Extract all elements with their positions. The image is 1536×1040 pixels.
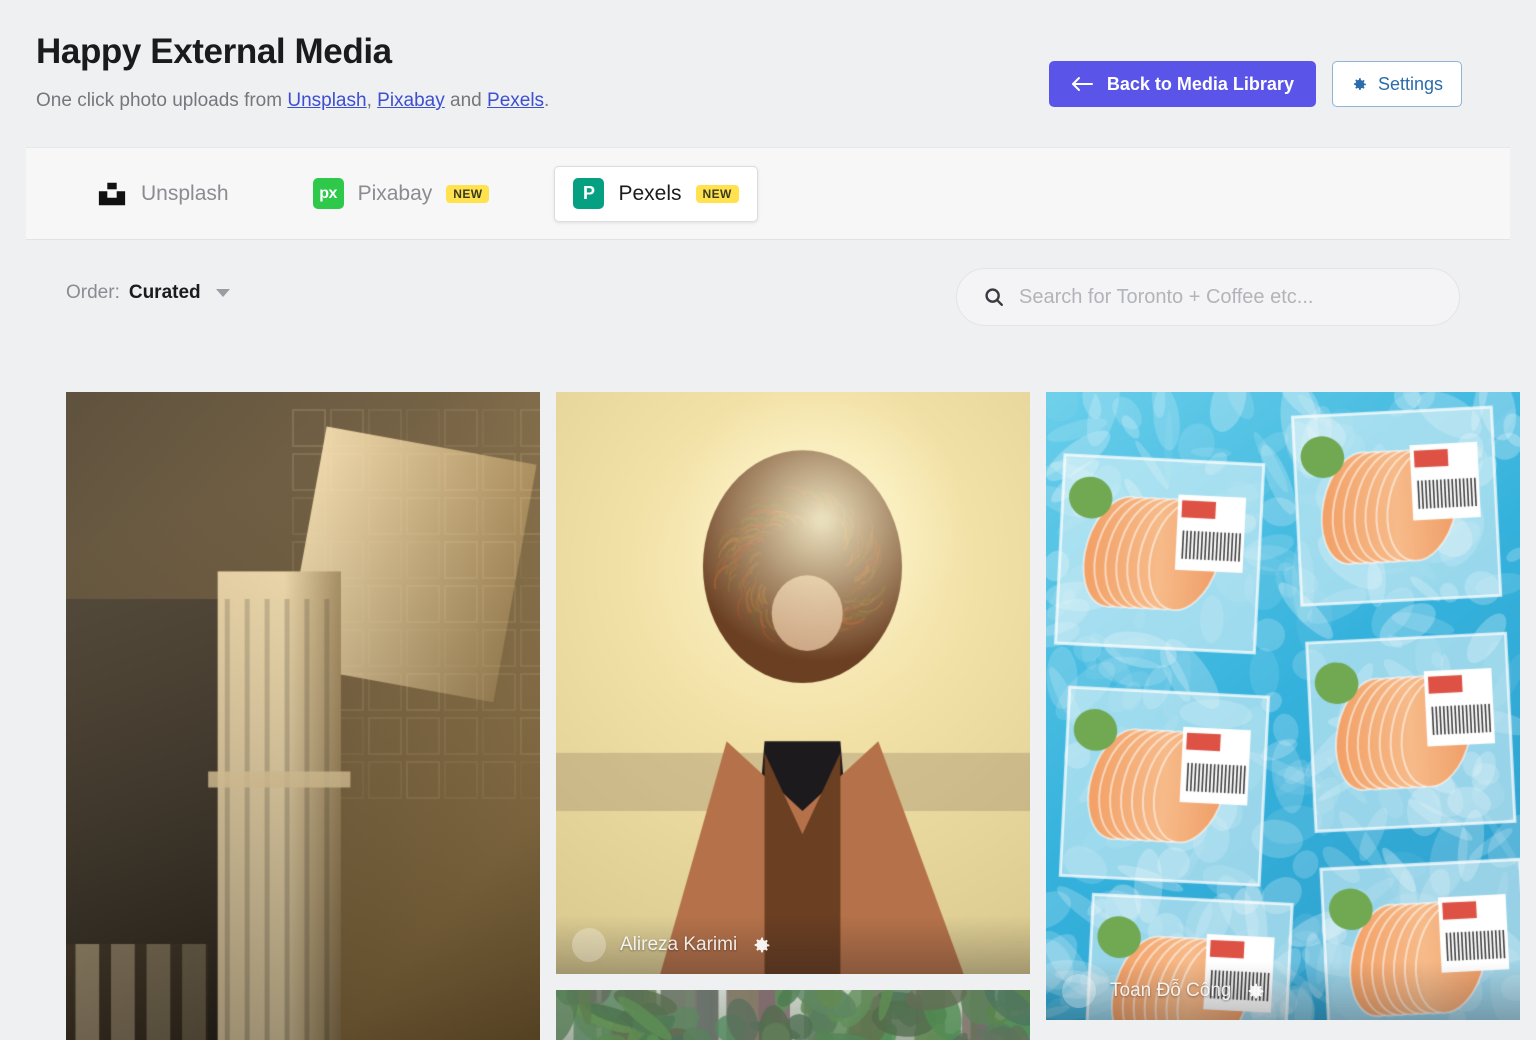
photo-column-2: Alireza Karimi xyxy=(556,392,1030,1040)
avatar xyxy=(1062,974,1096,1008)
photo-salmon-packs[interactable]: Toan Đỗ Công xyxy=(1046,392,1520,1020)
gear-icon[interactable] xyxy=(1245,981,1266,1002)
photo-attribution-overlay: Alireza Karimi xyxy=(556,916,1030,974)
subtitle-sep-1: , xyxy=(366,90,378,111)
page-subtitle: One click photo uploads from Unsplash, P… xyxy=(36,90,549,112)
gear-icon[interactable] xyxy=(751,935,772,956)
arrow-left-icon xyxy=(1071,76,1093,92)
photo-woman-backlit[interactable]: Alireza Karimi xyxy=(556,392,1030,974)
photo-image xyxy=(66,392,540,1040)
order-selected-value: Curated xyxy=(128,282,201,303)
photo-author-name: Alireza Karimi xyxy=(620,934,738,955)
subtitle-text-prefix: One click photo uploads from xyxy=(36,90,288,111)
photo-image xyxy=(556,990,1030,1040)
gear-icon xyxy=(1351,76,1368,93)
settings-button-label: Settings xyxy=(1377,73,1443,94)
tab-label: Unsplash xyxy=(141,181,229,205)
photo-image xyxy=(1046,392,1520,1020)
new-badge: NEW xyxy=(446,184,490,203)
tab-pexels[interactable]: P Pexels NEW xyxy=(554,165,758,222)
link-unsplash[interactable]: Unsplash xyxy=(287,90,366,111)
page-header: Happy External Media One click photo upl… xyxy=(0,0,1536,147)
photo-author-name: Toan Đỗ Công xyxy=(1110,980,1232,1001)
search-box[interactable] xyxy=(956,268,1460,326)
link-pixabay[interactable]: Pixabay xyxy=(377,90,445,111)
chevron-down-icon xyxy=(215,289,230,297)
new-badge: NEW xyxy=(695,184,739,203)
pixabay-logo-icon: px xyxy=(312,178,344,209)
photo-forest-misty[interactable] xyxy=(556,990,1030,1040)
header-actions: Back to Media Library Settings xyxy=(1048,61,1462,107)
tab-label: Pexels xyxy=(618,181,682,205)
photo-image xyxy=(556,392,1030,974)
tab-pixabay[interactable]: px Pixabay NEW xyxy=(294,166,509,222)
photo-results-grid: Alireza Karimi Toan Đỗ Công xyxy=(66,392,1521,1040)
order-dropdown[interactable]: Order: Curated xyxy=(66,282,230,304)
pexels-logo-icon: P xyxy=(573,178,605,209)
settings-button[interactable]: Settings xyxy=(1331,61,1462,107)
back-to-media-library-button[interactable]: Back to Media Library xyxy=(1048,61,1316,107)
order-label: Order: xyxy=(66,282,120,303)
controls-row: Order: Curated xyxy=(0,240,1536,370)
search-input[interactable] xyxy=(1019,285,1433,309)
unsplash-logo-icon xyxy=(97,179,127,209)
provider-tab-bar: Unsplash px Pixabay NEW P Pexels NEW xyxy=(26,147,1510,240)
search-icon xyxy=(983,286,1005,308)
photo-column-3: Toan Đỗ Công xyxy=(1046,392,1520,1020)
avatar xyxy=(572,928,606,962)
subtitle-sep-2: and xyxy=(444,90,488,111)
tab-label: Pixabay xyxy=(357,181,433,205)
link-pexels[interactable]: Pexels xyxy=(487,90,544,111)
photo-attribution-overlay: Toan Đỗ Công xyxy=(1046,962,1520,1020)
page-title: Happy External Media xyxy=(36,32,392,71)
photo-architecture-columns[interactable] xyxy=(66,392,540,1040)
subtitle-text-end: . xyxy=(544,90,550,111)
tab-unsplash[interactable]: Unsplash xyxy=(78,166,248,222)
back-button-label: Back to Media Library xyxy=(1106,73,1294,94)
photo-column-1 xyxy=(66,392,540,1040)
